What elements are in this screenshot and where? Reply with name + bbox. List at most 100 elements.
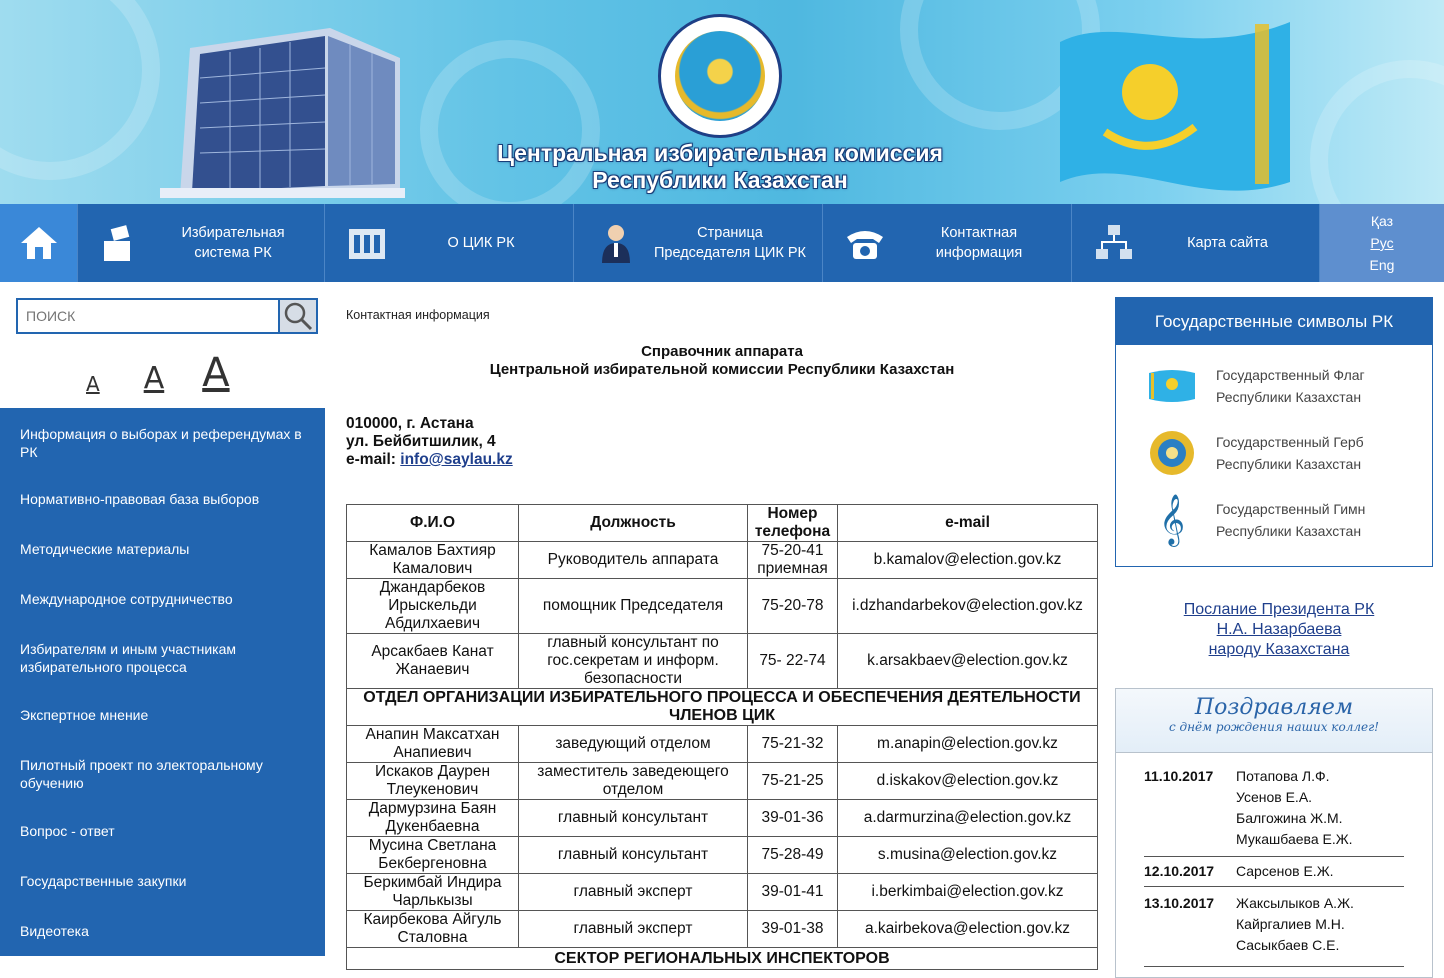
side-menu-item[interactable]: Международное сотрудничество: [20, 590, 316, 608]
site-title: Центральная избирательная комиссия Респу…: [480, 140, 960, 194]
table-row: Арсакбаев Канат Жанаевич главный консуль…: [346, 633, 1098, 689]
email-label: e-mail:: [346, 451, 401, 468]
birthday-entry: 12.10.2017 Сарсенов Е.Ж.: [1144, 861, 1404, 882]
table-header-row: Ф.И.О Должность Номер телефона e-mail: [346, 504, 1098, 542]
nav-contacts[interactable]: Контактная информация: [823, 204, 1072, 282]
side-menu-item[interactable]: Видеотека: [20, 922, 316, 940]
search-icon: [284, 302, 313, 331]
cell-email: i.berkimbai@election.gov.kz: [837, 873, 1098, 911]
cell-position: главный консультант по гос.секретам и ин…: [518, 633, 748, 689]
font-size-small[interactable]: A: [86, 372, 100, 396]
cell-email: a.kairbekova@election.gov.kz: [837, 910, 1098, 948]
side-menu-item[interactable]: Методические материалы: [20, 540, 316, 558]
ornament: [1310, 60, 1444, 204]
column-header: e-mail: [837, 504, 1098, 542]
message-line[interactable]: народу Казахстана: [1115, 640, 1443, 660]
nav-sitemap[interactable]: Карта сайта: [1072, 204, 1320, 282]
section-heading: ОТДЕЛ ОРГАНИЗАЦИИ ИЗБИРАТЕЛЬНОГО ПРОЦЕСС…: [346, 688, 1098, 726]
cell-position: помощник Председателя: [518, 578, 748, 634]
nav-electoral-system[interactable]: Избирательная система РК: [78, 204, 325, 282]
cell-phone: 39-01-36: [747, 799, 838, 837]
birthday-date: 11.10.2017: [1144, 768, 1214, 784]
cell-name: Каирбекова Айгуль Сталовна: [346, 910, 519, 948]
emblem-icon: [1150, 431, 1194, 475]
banner-title: Поздравляем: [1194, 695, 1354, 720]
cell-name: Дармурзина Баян Дукенбаевна: [346, 799, 519, 837]
message-line[interactable]: Послание Президента РК: [1115, 600, 1443, 620]
side-menu-item[interactable]: Информация о выборах и референдумах в РК: [20, 425, 316, 461]
symbol-flag-link[interactable]: Государственный Флаг Республики Казахстан: [1146, 358, 1426, 414]
address-block: 010000, г. Астана ул. Бейбитшилик, 4 e-m…: [346, 415, 513, 469]
nav-about[interactable]: О ЦИК РК: [325, 204, 574, 282]
cell-phone: 39-01-41: [747, 873, 838, 911]
cell-email: b.kamalov@election.gov.kz: [837, 541, 1098, 579]
side-menu-item[interactable]: Вопрос - ответ: [20, 822, 316, 840]
search-input[interactable]: [18, 300, 278, 332]
symbol-anthem-link[interactable]: 𝄞 Государственный Гимн Республики Казахст…: [1146, 492, 1426, 548]
table-section-row: ОТДЕЛ ОРГАНИЗАЦИИ ИЗБИРАТЕЛЬНОГО ПРОЦЕСС…: [346, 688, 1098, 726]
table-row: Каирбекова Айгуль Сталовна главный экспе…: [346, 910, 1098, 948]
home-icon: [20, 227, 57, 259]
column-header: Ф.И.О: [346, 504, 519, 542]
cell-email: m.anapin@election.gov.kz: [837, 725, 1098, 763]
birthday-name: Кайргалиев М.Н.: [1236, 916, 1345, 932]
nav-label: Контактная информация: [935, 225, 1023, 261]
birthday-entry: 13.10.2017 Жаксылыков А.Ж. Кайргалиев М.…: [1144, 893, 1404, 956]
cell-email: k.arsakbaev@election.gov.kz: [837, 633, 1098, 689]
side-menu-item[interactable]: Избирателям и иным участникам избиратель…: [20, 640, 316, 676]
nav-chairman[interactable]: Страница Председателя ЦИК РК: [574, 204, 823, 282]
section-heading: СЕКТОР РЕГИОНАЛЬНЫХ ИНСПЕКТОРОВ: [346, 947, 1098, 970]
building-icon: [349, 229, 385, 259]
side-menu-item[interactable]: Государственные закупки: [20, 872, 316, 890]
side-menu-item[interactable]: Нормативно-правовая база выборов: [20, 490, 316, 508]
side-menu-item[interactable]: Экспертное мнение: [20, 706, 316, 724]
birthday-name: Балгожина Ж.М.: [1236, 810, 1343, 826]
lang-kaz[interactable]: Қаз: [1371, 210, 1393, 232]
symbol-label: Республики Казахстан: [1216, 456, 1362, 472]
president-message-link[interactable]: Послание Президента РК Н.А. Назарбаева н…: [1115, 600, 1443, 660]
symbol-label: Республики Казахстан: [1216, 523, 1362, 539]
cec-emblem: [658, 14, 782, 138]
cell-phone: 75- 22-74: [747, 633, 838, 689]
cell-position: Руководитель аппарата: [518, 541, 748, 579]
treble-clef-icon: 𝄞: [1158, 494, 1185, 545]
font-size-medium[interactable]: A: [144, 361, 165, 396]
nav-home[interactable]: [0, 204, 78, 282]
divider: [1144, 886, 1404, 887]
page-title: Справочник аппарата Центральной избирате…: [346, 343, 1098, 379]
panel-header: Государственные символы РК: [1116, 298, 1432, 345]
symbol-label: Государственный Герб: [1216, 434, 1364, 450]
person-icon: [602, 225, 630, 263]
nav-label: Страница Председателя ЦИК РК: [653, 225, 807, 261]
lang-rus[interactable]: Рус: [1370, 232, 1393, 254]
side-menu-item[interactable]: Пилотный проект по электоральному обучен…: [20, 756, 316, 792]
cell-name: Анапин Максатхан Анапиевич: [346, 725, 519, 763]
lang-eng[interactable]: Eng: [1370, 254, 1395, 276]
cell-position: главный эксперт: [518, 873, 748, 911]
birthday-name: Потапова Л.Ф.: [1236, 768, 1330, 784]
birthday-name: Усенов Е.А.: [1236, 789, 1313, 805]
address-line: 010000, г. Астана: [346, 415, 474, 432]
birthday-name: Мукашбаева Е.Ж.: [1236, 831, 1353, 847]
symbol-label: Государственный Флаг: [1216, 367, 1365, 383]
symbol-label: Государственный Гимн: [1216, 501, 1366, 517]
side-menu: Информация о выборах и референдумах в РК…: [0, 408, 325, 956]
birthday-date: 13.10.2017: [1144, 895, 1215, 911]
banner-subtitle: с днём рождения наших коллег!: [1169, 720, 1379, 734]
title-line-1: Справочник аппарата: [641, 343, 803, 360]
table-row: Дармурзина Баян Дукенбаевна главный конс…: [346, 799, 1098, 837]
search-button[interactable]: [278, 300, 316, 332]
column-header: Номер телефона: [747, 504, 838, 542]
title-line-2: Центральной избирательной комиссии Респу…: [489, 361, 955, 378]
search-box: [16, 298, 318, 334]
divider: [1144, 966, 1404, 967]
message-line[interactable]: Н.А. Назарбаева: [1115, 620, 1443, 640]
title-line-2: Республики Казахстан: [592, 167, 848, 193]
site-header: Центральная избирательная комиссия Респу…: [0, 0, 1444, 204]
font-size-large[interactable]: A: [202, 350, 229, 396]
cell-name: Джандарбеков Ирыскельди Абдилхаевич: [346, 578, 519, 634]
email-link[interactable]: info@saylau.kz: [400, 451, 512, 468]
table-section-row: СЕКТОР РЕГИОНАЛЬНЫХ ИНСПЕКТОРОВ: [346, 947, 1098, 970]
birthday-name: Сарсенов Е.Ж.: [1236, 863, 1334, 879]
symbol-emblem-link[interactable]: Государственный Герб Республики Казахстан: [1146, 425, 1426, 481]
